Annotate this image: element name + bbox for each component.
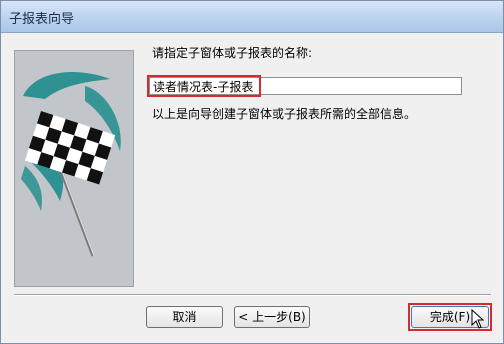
dialog-body: 请指定子窗体或子报表的名称: 以上是向导创建子窗体或子报表所需的全部信息。 取消…	[5, 35, 499, 339]
subreport-wizard-dialog: 子报表向导 请指定子窗体或子报表的名称: 读者情况表-子报表 以上是向导创建子窗…	[0, 0, 504, 344]
cancel-button[interactable]: 取消	[146, 306, 223, 328]
checkered-flag-icon	[21, 72, 121, 257]
subreport-name-prompt: 请指定子窗体或子报表的名称:	[152, 46, 313, 60]
wizard-image-panel	[14, 50, 134, 287]
subreport-name-input[interactable]	[149, 77, 462, 95]
title-bar[interactable]: 子报表向导	[1, 1, 503, 33]
mouse-pointer-icon	[471, 309, 485, 329]
wizard-info-text: 以上是向导创建子窗体或子报表所需的全部信息。	[152, 107, 417, 121]
back-button[interactable]: < 上一步(B)	[234, 306, 310, 328]
window-title: 子报表向导	[9, 12, 75, 27]
button-separator	[14, 294, 491, 296]
